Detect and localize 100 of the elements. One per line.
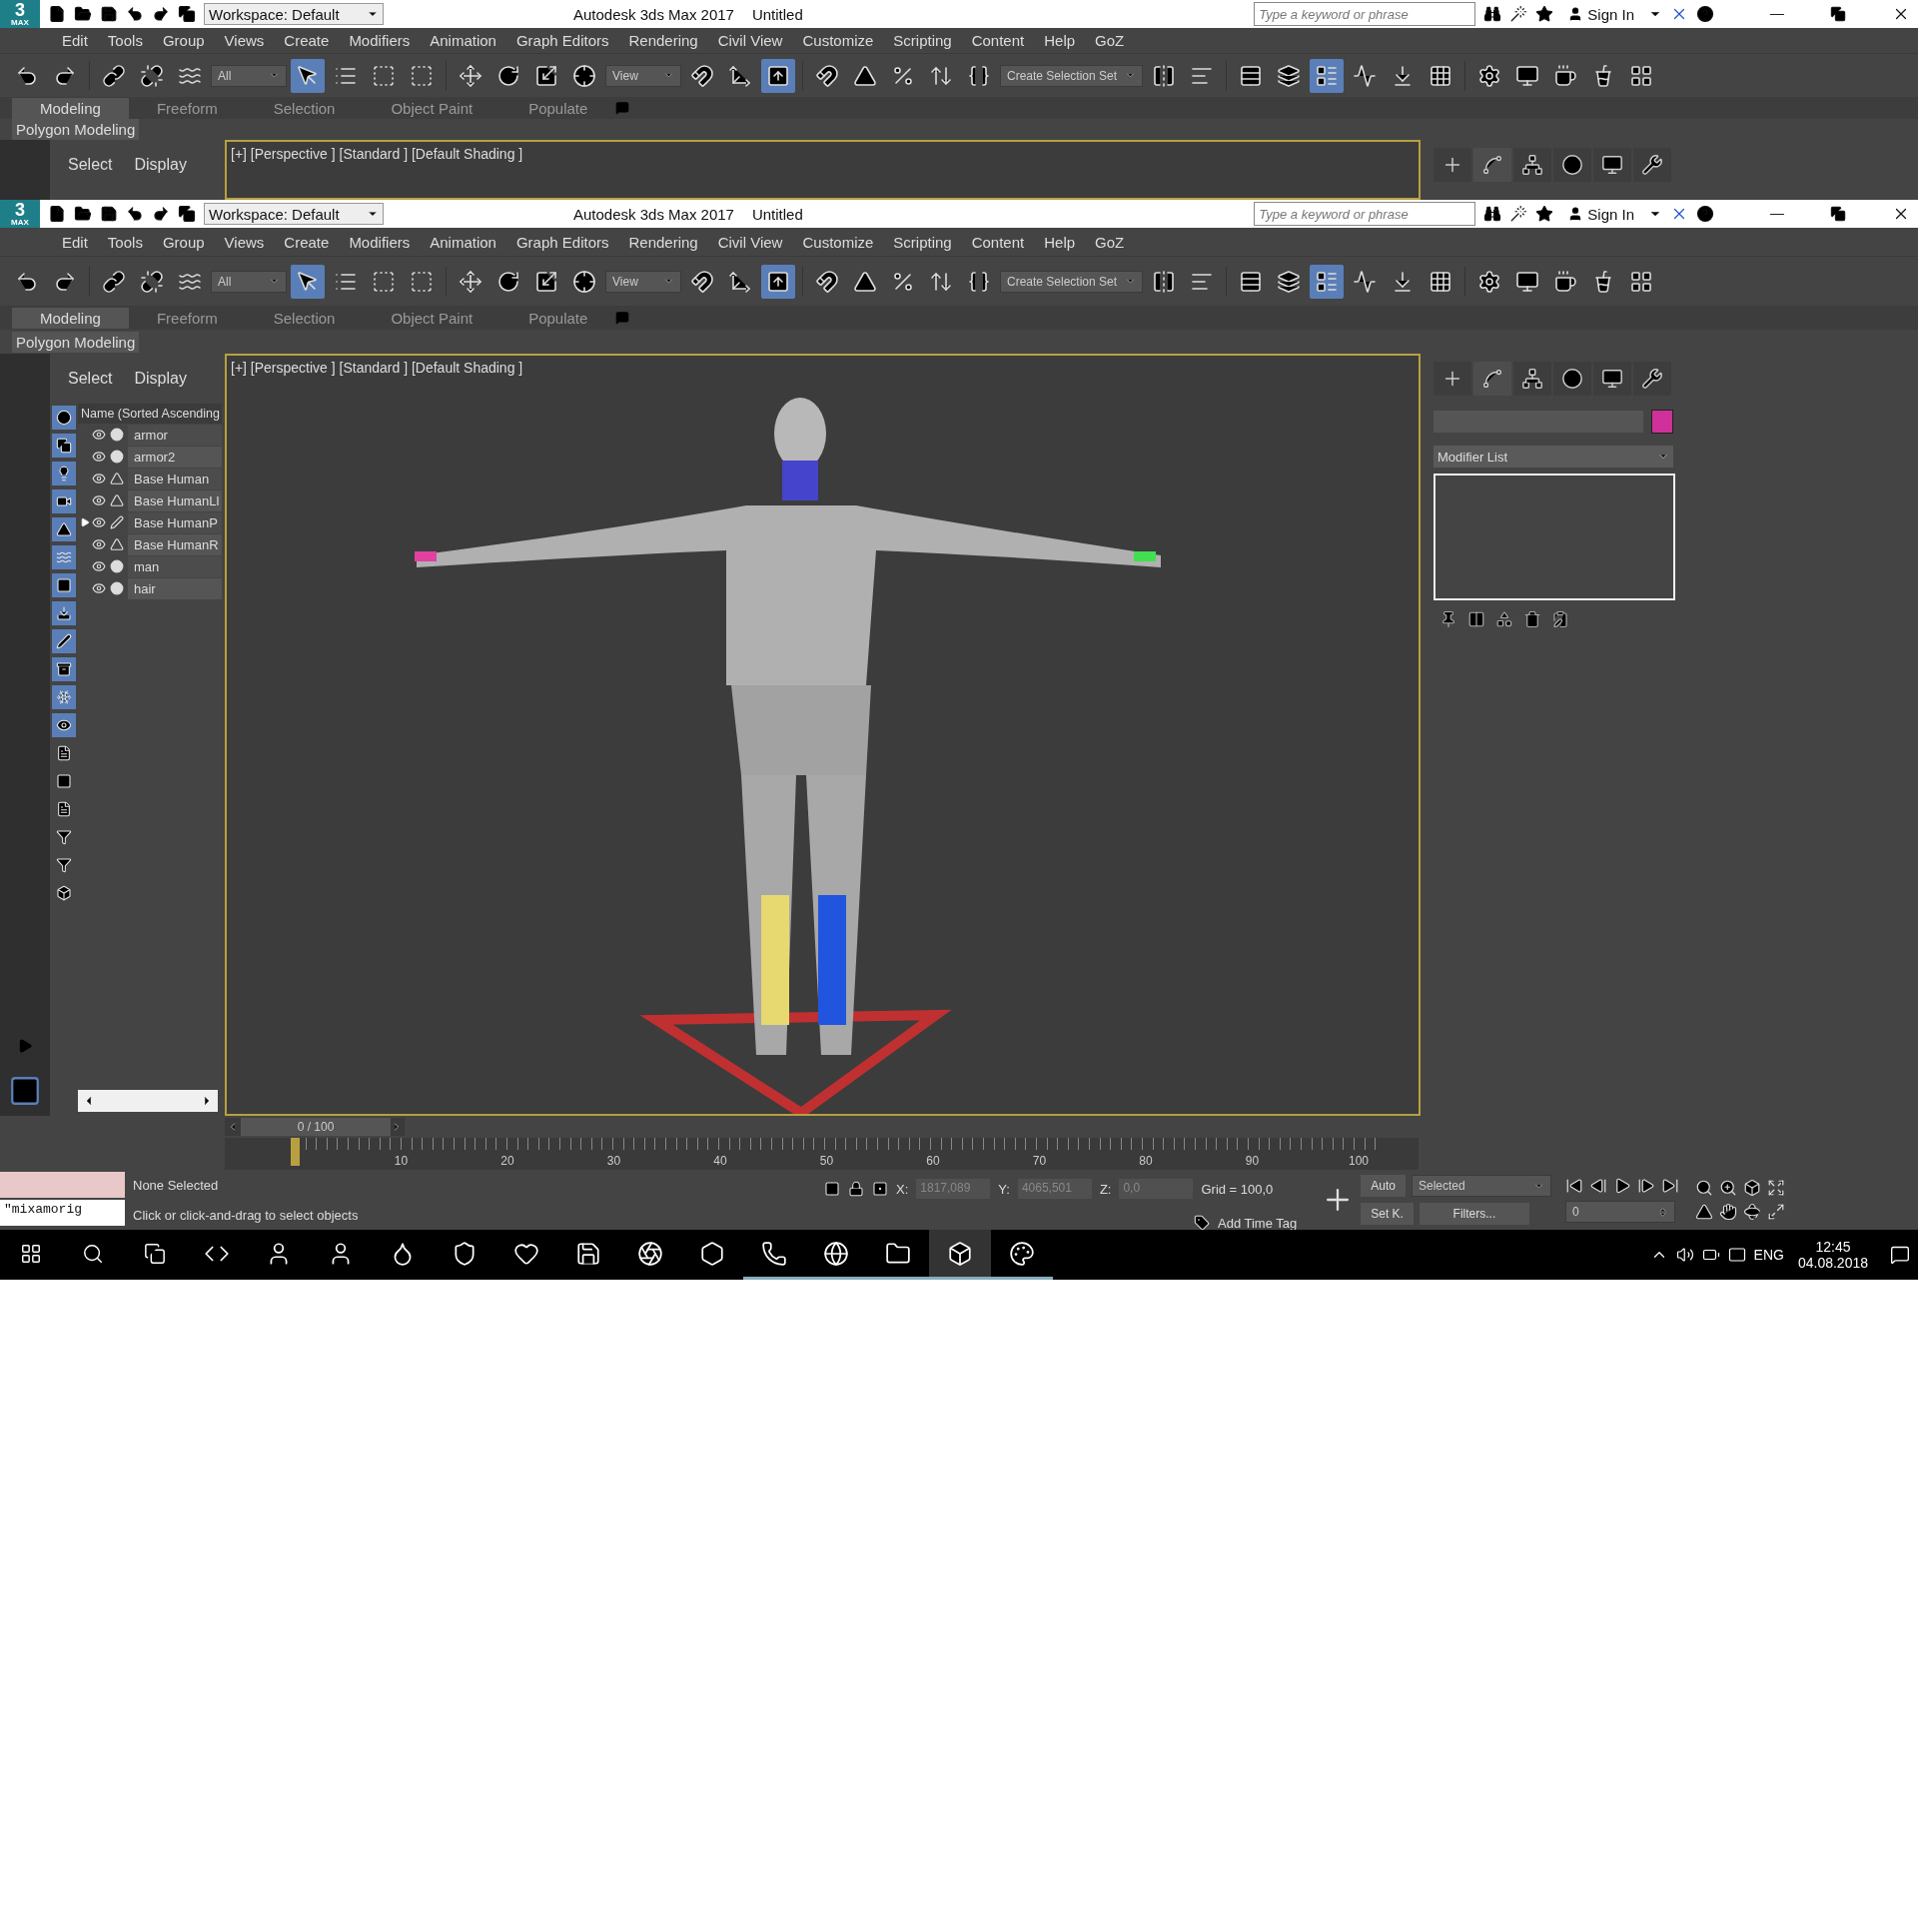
menu-item[interactable]: Customize [792,233,884,251]
scene-item[interactable]: hair [128,577,222,599]
frame-label: 60 [926,1154,940,1168]
search-field[interactable]: Type a keyword or phrase [1254,202,1476,226]
sign-in-button[interactable]: Sign In [1561,5,1640,23]
time-slider-thumb[interactable]: 0 / 100 [241,1118,391,1136]
menu-item[interactable]: Group [152,31,215,49]
ribbon-tab[interactable]: Freeform [128,307,246,329]
ribbon-tab[interactable]: Selection [245,307,364,329]
file-title: Untitled [751,5,803,23]
scene-item[interactable]: Base HumanP [128,511,222,533]
menu-item[interactable]: Views [214,31,275,49]
menu-item[interactable]: Customize [792,31,884,49]
ribbon-tab[interactable]: Populate [500,97,616,119]
clock[interactable]: 12:45 04.08.2018 [1783,1239,1882,1271]
app-title: Autodesk 3ds Max 2017 [573,205,734,223]
scene-item[interactable]: Base HumanR [128,533,222,555]
x-label: X: [896,1181,909,1197]
menu-item[interactable]: Help [1034,233,1086,251]
language-indicator[interactable]: ENG [1753,1247,1784,1263]
explorer-tab[interactable]: Select [60,370,121,388]
menu-item[interactable]: Create [274,233,340,251]
ribbon-tab[interactable]: Populate [500,307,616,329]
time-slider-track[interactable]: 0 / 100 [225,1118,405,1136]
selection-status: None Selected [133,1177,220,1193]
menu-item[interactable]: Civil View [707,233,793,251]
toolbar-dropdown[interactable]: All [211,270,287,293]
menu-item[interactable]: Scripting [883,31,962,49]
track-bar[interactable]: 10 20 30 40 50 60 70 80 90 100 [225,1138,1419,1170]
menu-item[interactable]: Graph Editors [505,31,619,49]
toolbar-dropdown[interactable]: Create Selection Set [1000,64,1144,87]
menu-item[interactable]: GoZ [1085,233,1135,251]
app-logo[interactable]: 3 MAX [0,200,40,228]
ribbon-tab[interactable]: Selection [245,97,364,119]
toolbar-dropdown[interactable]: Create Selection Set [1000,270,1144,293]
auto-key-button[interactable]: Auto [1361,1175,1406,1197]
menu-item[interactable]: Views [214,233,275,251]
file-title: Untitled [751,205,803,223]
grid-text: Grid = 100,0 [1201,1181,1274,1197]
column-header[interactable]: Name (Sorted Ascending [78,404,222,424]
menu-item[interactable]: Graph Editors [505,233,619,251]
sign-in-button[interactable]: Sign In [1561,205,1640,223]
frame-label: 40 [713,1154,727,1168]
menu-item[interactable]: Help [1034,31,1086,49]
y-label: Y: [998,1181,1010,1197]
menu-item[interactable]: Modifiers [339,233,421,251]
menu-item[interactable]: Group [152,233,215,251]
menu-item[interactable]: Rendering [618,31,708,49]
search-field[interactable]: Type a keyword or phrase [1254,2,1476,26]
ribbon-tab[interactable]: Object Paint [363,307,501,329]
menu-item[interactable]: Edit [52,31,98,49]
menu-item[interactable]: Scripting [883,233,962,251]
menu-item[interactable]: Modifiers [339,31,421,49]
workspace-dropdown[interactable]: Workspace: Default [204,203,384,225]
ribbon-panel-label[interactable]: Polygon Modeling [12,118,140,140]
ribbon-panel-label[interactable]: Polygon Modeling [12,331,140,353]
scene-item[interactable]: man [128,555,222,577]
frame-label: 90 [1245,1154,1260,1168]
menu-item[interactable]: Create [274,31,340,49]
frame-label: 80 [1139,1154,1153,1168]
scene-item[interactable]: armor [128,424,222,446]
toolbar-dropdown[interactable]: View [605,270,681,293]
ribbon-tab[interactable]: Freeform [128,97,246,119]
explorer-tab[interactable]: Display [126,156,195,174]
frame-field[interactable]: 0 [1564,1201,1675,1223]
toolbar-dropdown[interactable]: All [211,64,287,87]
menu-item[interactable]: Animation [420,31,506,49]
scene-item[interactable]: armor2 [128,446,222,468]
explorer-tab[interactable]: Select [60,156,121,174]
maxscript-field[interactable]: "mixamorig [0,1200,125,1226]
scene-item[interactable]: Base Human [128,468,222,489]
key-mode-dropdown[interactable]: Selected [1411,1175,1551,1197]
ribbon-tab[interactable]: Object Paint [363,97,501,119]
frame-label: 10 [394,1154,409,1168]
ribbon-tab[interactable]: Modeling [12,307,129,329]
explorer-tab[interactable]: Display [126,370,195,388]
viewport-label[interactable]: [+] [Perspective ] [Standard ] [Default Shading ] [231,360,523,376]
menu-item[interactable]: GoZ [1085,31,1135,49]
menu-item[interactable]: Rendering [618,233,708,251]
viewport-label[interactable]: [+] [Perspective ] [Standard ] [Default Shading ] [231,146,523,162]
menu-item[interactable]: Content [961,31,1035,49]
menu-item[interactable]: Tools [97,31,153,49]
app-logo[interactable]: 3 MAX [0,0,40,28]
menu-item[interactable]: Tools [97,233,153,251]
workspace-dropdown[interactable]: Workspace: Default [204,3,384,25]
set-key-button[interactable]: Set K. [1361,1203,1414,1225]
app-title: Autodesk 3ds Max 2017 [573,5,734,23]
menu-item[interactable]: Animation [420,233,506,251]
menu-item[interactable]: Content [961,233,1035,251]
toolbar-dropdown[interactable]: View [605,64,681,87]
menu-item[interactable]: Civil View [707,31,793,49]
scene-item[interactable]: Base HumanLl [128,489,222,511]
modifier-list-dropdown[interactable]: Modifier List [1434,446,1673,468]
frame-label: 100 [1349,1154,1369,1168]
filters-button[interactable]: Filters... [1419,1203,1529,1225]
ribbon-tab[interactable]: Modeling [12,97,129,119]
time-tag-text[interactable]: Add Time Tag [1218,1215,1298,1231]
frame-label: 30 [606,1154,621,1168]
menu-item[interactable]: Edit [52,233,98,251]
frame-label: 50 [819,1154,834,1168]
